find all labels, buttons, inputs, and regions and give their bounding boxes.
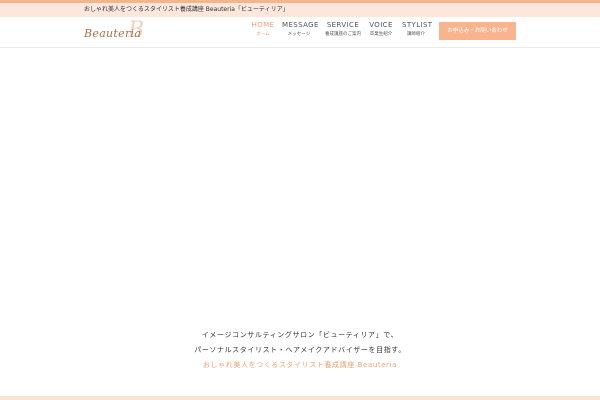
tagline-bar: おしゃれ美人をつくるスタイリスト養成講座 Beauteria「ビューティリア」 [0,3,600,17]
nav-label: MESSAGE [282,21,319,29]
nav-item-voice[interactable]: VOICE 卒業生紹介 [368,21,394,37]
bottom-accent-bar [0,396,600,400]
nav-item-message[interactable]: MESSAGE メッセージ [282,21,319,37]
site-logo[interactable]: B Beauteria [84,18,154,46]
nav-item-stylist[interactable]: STYLIST 講師紹介 [402,21,433,37]
nav-label: HOME [251,21,275,29]
nav-label: VOICE [369,21,393,29]
nav-sublabel: メッセージ [287,32,311,37]
logo-text: Beauteria [84,27,142,40]
nav-sublabel: 講師紹介 [407,32,425,37]
contact-button[interactable]: お申込み・お問い合わせ [439,22,516,40]
nav-sublabel: ホーム [256,32,270,37]
site-header: B Beauteria HOME ホーム MESSAGE メッセージ SERVI… [0,17,600,47]
nav-sublabel: 卒業生紹介 [369,32,393,37]
hero-section: イメージコンサルティングサロン「ビューティリア」で、 パーソナルスタイリスト・ヘ… [0,48,600,396]
hero-text-line-2: パーソナルスタイリスト・ヘアメイクアドバイザーを目指す。 [194,346,406,354]
nav-item-service[interactable]: SERVICE 養成講座のご案内 [324,21,362,37]
nav-item-home[interactable]: HOME ホーム [248,21,278,37]
hero-text-line-1: イメージコンサルティングサロン「ビューティリア」で、 [201,331,399,339]
nav-label: SERVICE [326,21,360,29]
nav-label: STYLIST [402,21,433,29]
nav-sublabel: 養成講座のご案内 [325,32,361,37]
site-tagline: おしゃれ美人をつくるスタイリスト養成講座 Beauteria「ビューティリア」 [84,6,289,13]
hero-text-line-3: おしゃれ美人をつくるスタイリスト養成講座 Beauteria [202,361,398,369]
